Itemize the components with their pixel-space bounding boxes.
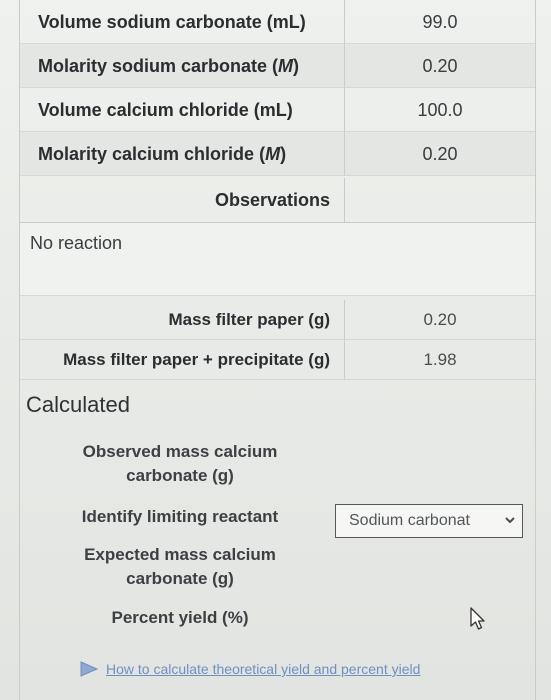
row-value: 99.0: [345, 0, 535, 44]
reagent-table: Volume sodium carbonate (mL) 99.0 Molari…: [20, 0, 535, 176]
limiting-reactant-select[interactable]: Sodium carbonat: [335, 504, 523, 538]
calculated-heading: Calculated: [26, 392, 130, 417]
limiting-reactant-label: Identify limiting reactant: [81, 507, 279, 526]
label-text: ): [293, 56, 300, 76]
lab-data-sheet: Volume sodium carbonate (mL) 99.0 Molari…: [0, 0, 551, 700]
percent-yield-label: Percent yield (%): [111, 608, 249, 627]
table-row: Volume sodium carbonate (mL) 99.0: [20, 0, 535, 44]
label-text: Molarity calcium chloride (: [38, 144, 266, 164]
observations-field[interactable]: No reaction: [20, 222, 535, 296]
label-line: carbonate (g): [126, 466, 234, 485]
mass-precipitate-row: Mass filter paper + precipitate (g) 1.98: [20, 340, 535, 380]
row-value: 0.20: [345, 132, 535, 176]
label-text: Molarity sodium carbonate (: [38, 56, 279, 76]
label-line: carbonate (g): [126, 569, 234, 588]
row-value: 0.20: [423, 310, 457, 329]
row-value: 1.98: [423, 350, 457, 369]
label-text: ): [280, 144, 287, 164]
unit-molarity: M: [265, 144, 281, 164]
help-link-text: How to calculate theoretical yield and p…: [106, 661, 421, 677]
label-line: Observed mass calcium: [82, 442, 278, 461]
row-label: Molarity calcium chloride (M): [20, 132, 345, 176]
table-row: Volume calcium chloride (mL) 100.0: [20, 88, 535, 132]
observations-text: No reaction: [30, 233, 123, 253]
table-row: Molarity sodium carbonate (M) 0.20: [20, 44, 535, 88]
chevron-down-icon: [505, 517, 515, 524]
row-label: Molarity sodium carbonate (M): [20, 44, 345, 88]
mouse-pointer-icon: [470, 607, 485, 630]
row-label: Mass filter paper + precipitate (g): [20, 340, 345, 379]
row-label: Mass filter paper (g): [20, 300, 345, 339]
unit-molarity: M: [278, 56, 294, 76]
help-link[interactable]: How to calculate theoretical yield and p…: [78, 660, 420, 678]
table-row: Molarity calcium chloride (M) 0.20: [20, 132, 535, 176]
expected-mass-label: Expected mass calcium carbonate (g): [70, 543, 290, 591]
observations-header: Observations: [20, 178, 345, 222]
row-label: Volume sodium carbonate (mL): [20, 0, 345, 44]
row-value: 100.0: [345, 88, 535, 132]
right-border: [535, 0, 536, 700]
video-play-icon: [80, 661, 99, 677]
label-line: Expected mass calcium: [84, 545, 276, 564]
select-value: Sodium carbonat: [349, 512, 470, 529]
row-label: Volume calcium chloride (mL): [20, 88, 345, 132]
mass-filter-paper-row: Mass filter paper (g) 0.20: [20, 300, 535, 340]
observed-mass-label: Observed mass calcium carbonate (g): [70, 440, 290, 488]
row-value: 0.20: [345, 44, 535, 88]
